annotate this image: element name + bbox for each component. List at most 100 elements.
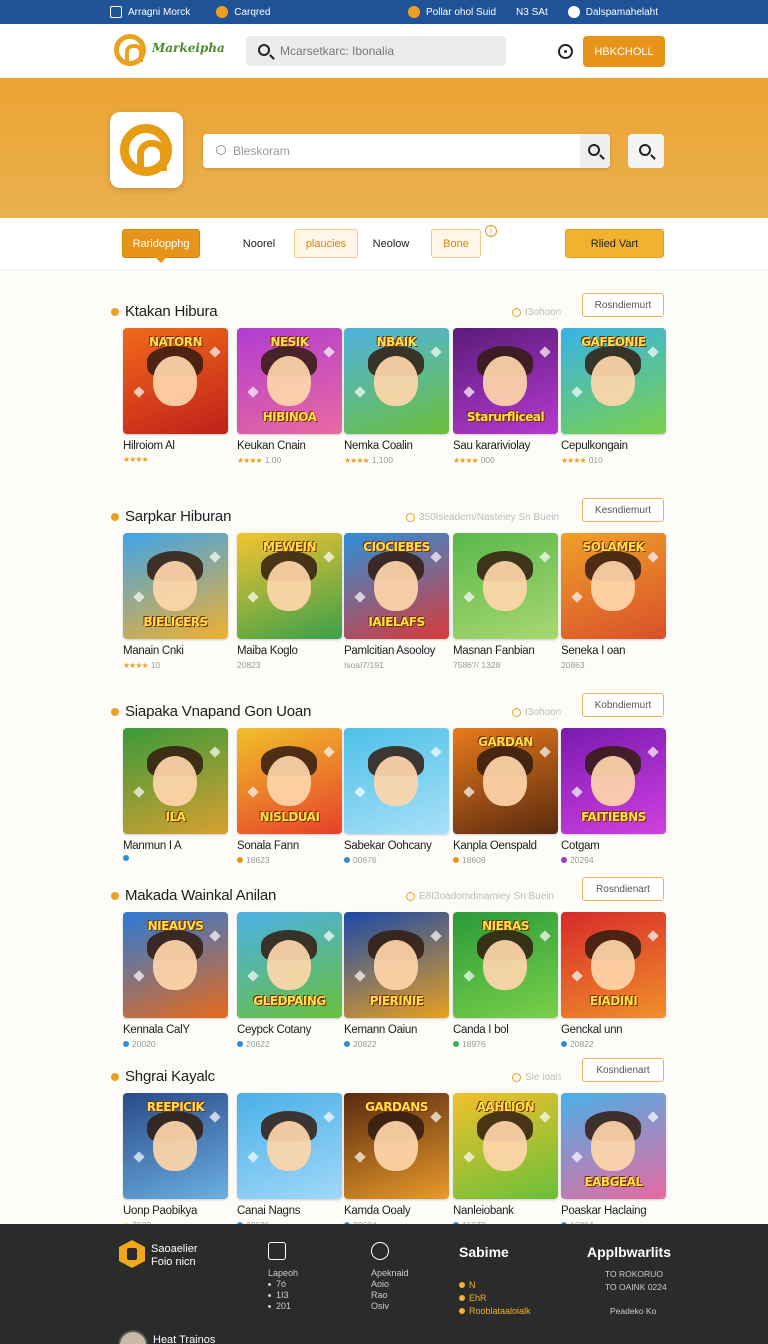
game-thumbnail[interactable]: NISLDUAI (237, 728, 342, 834)
game-card[interactable]: GARDAN Kanpla Oenspald 18609 (453, 728, 558, 865)
game-title[interactable]: Kennala CalY (123, 1024, 228, 1036)
game-title[interactable]: Masnan Fanbian (453, 645, 558, 657)
footer-col-3-item[interactable]: N (459, 1280, 476, 1290)
game-card[interactable]: NISLDUAI Sonala Fann 18623 (237, 728, 342, 865)
game-title[interactable]: Sonala Fann (237, 840, 342, 852)
topbar-link-2[interactable]: Carqred (216, 6, 270, 18)
game-title[interactable]: Manain Cnki (123, 645, 228, 657)
game-thumbnail[interactable]: EIADINI (561, 912, 666, 1018)
game-title[interactable]: Pamlcitian Asooloy (344, 645, 449, 657)
header-search-input[interactable]: Mcarsetkarc: Ibonalia (246, 36, 506, 66)
game-title[interactable]: Keukan Cnain (237, 440, 342, 452)
game-card[interactable]: NBAIK Nemka Coalin ★★★★ 1,100 (344, 328, 449, 465)
hero-search-button[interactable] (628, 134, 664, 168)
game-title[interactable]: Canai Nagns (237, 1205, 342, 1217)
game-thumbnail[interactable]: BIELICERS (123, 533, 228, 639)
game-card[interactable]: REEPICIKUonp Paobikya★3522 (123, 1093, 228, 1230)
category-tab-3[interactable]: plaucies (294, 229, 358, 258)
game-card[interactable]: Masnan Fanbian 7586?/ 1328 (453, 533, 558, 670)
game-thumbnail[interactable]: FAITIEBNS (561, 728, 666, 834)
game-thumbnail[interactable]: SOLAMEK (561, 533, 666, 639)
game-thumbnail[interactable]: GAFEONIE (561, 328, 666, 434)
game-title[interactable]: Kemann Oaiun (344, 1024, 449, 1036)
game-card[interactable]: PIERINIE Kemann Oaiun 20822 (344, 912, 449, 1049)
game-thumbnail[interactable]: NIERAS (453, 912, 558, 1018)
category-tab-1[interactable]: Raridopphg (122, 229, 200, 263)
game-title[interactable]: Ceypck Cotany (237, 1024, 342, 1036)
game-card[interactable]: ILA Manmun I A (123, 728, 228, 861)
game-title[interactable]: Uonp Paobikya (123, 1205, 228, 1217)
game-card[interactable]: SOLAMEK Seneka I oan 20863 (561, 533, 666, 670)
category-cta-button[interactable]: Rlied Vart (565, 229, 664, 258)
footer-col-3-item[interactable]: Rooblataaloialk (459, 1306, 531, 1316)
category-tab-2[interactable]: Noorel (234, 229, 284, 258)
section-more-button[interactable]: Rosndiemurt (582, 293, 664, 317)
game-card[interactable]: AAHLIONNanleiobank16673 (453, 1093, 558, 1230)
game-title[interactable]: Kamda Ooaly (344, 1205, 449, 1217)
footer-col-1-title[interactable]: Lapeoh (268, 1268, 298, 1279)
game-thumbnail[interactable] (453, 533, 558, 639)
game-card[interactable]: CIOCIEBES IAIELAFS Pamlcitian Asooloy IsoaI… (344, 533, 449, 670)
game-title[interactable]: Nemka Coalin (344, 440, 449, 452)
footer-col-2-item[interactable]: Rao (371, 1290, 409, 1301)
game-thumbnail[interactable] (344, 728, 449, 834)
game-card[interactable]: FAITIEBNS Cotgam 20294 (561, 728, 666, 865)
game-card[interactable]: NATORN Hilroiom Al ★★★★ (123, 328, 228, 464)
game-title[interactable]: Seneka I oan (561, 645, 666, 657)
game-thumbnail[interactable]: EABGEAL (561, 1093, 666, 1199)
game-thumbnail[interactable]: PIERINIE (344, 912, 449, 1018)
game-thumbnail[interactable]: Starurfliceal (453, 328, 558, 434)
topbar-link-5[interactable]: Dalspamahelaht (567, 6, 658, 18)
game-thumbnail[interactable]: NATORN (123, 328, 228, 434)
footer-col-2-title[interactable]: Apeknaid (371, 1268, 409, 1279)
game-thumbnail[interactable]: GARDANS (344, 1093, 449, 1199)
game-thumbnail[interactable]: CIOCIEBES IAIELAFS (344, 533, 449, 639)
topbar-link-1[interactable]: Arragni Morck (110, 6, 190, 18)
topbar-link-3[interactable]: Pollar ohol Suid (408, 6, 496, 18)
section-more-button[interactable]: Kesndiemurt (582, 498, 664, 522)
category-tab-5[interactable]: Bone (431, 229, 481, 258)
game-title[interactable]: Kanpla Oenspald (453, 840, 558, 852)
info-icon[interactable]: i (485, 225, 497, 237)
game-thumbnail[interactable]: GLEDPAING (237, 912, 342, 1018)
game-title[interactable]: Cepulkongain (561, 440, 666, 452)
game-thumbnail[interactable]: ILA (123, 728, 228, 834)
game-thumbnail[interactable] (237, 1093, 342, 1199)
game-thumbnail[interactable]: REEPICIK (123, 1093, 228, 1199)
hero-search-input[interactable]: Bleskoram (203, 134, 610, 168)
game-card[interactable]: NIERAS Canda I bol 18976 (453, 912, 558, 1049)
footer-col-4-line3[interactable]: Peadeko Ko (610, 1306, 656, 1316)
game-thumbnail[interactable]: NBAIK (344, 328, 449, 434)
footer-col-2-item[interactable]: Aoio (371, 1279, 409, 1290)
footer-col-1-item[interactable]: 1I3 (268, 1290, 298, 1301)
game-title[interactable]: Canda I bol (453, 1024, 558, 1036)
hero-search-submit-button[interactable] (580, 134, 610, 168)
game-title[interactable]: Sau karariviolay (453, 440, 558, 452)
header-action-button[interactable]: HBKCHOLL (583, 36, 665, 67)
game-card[interactable]: NIEAUVS Kennala CalY 20020 (123, 912, 228, 1049)
game-thumbnail[interactable]: NESIK HIBINOA (237, 328, 342, 434)
section-more-button[interactable]: Kobndiemurt (582, 693, 664, 717)
game-thumbnail[interactable]: NIEAUVS (123, 912, 228, 1018)
game-card[interactable]: Starurfliceal Sau karariviolay ★★★★ 000 (453, 328, 558, 465)
game-thumbnail[interactable]: AAHLION (453, 1093, 558, 1199)
game-card[interactable]: NESIK HIBINOA Keukan Cnain ★★★★ 1.00 (237, 328, 342, 465)
footer-col-1-item[interactable]: 201 (268, 1301, 298, 1312)
topbar-link-4[interactable]: N3 SAt (516, 7, 548, 18)
footer-col-1-item[interactable]: 7ó (268, 1279, 298, 1290)
game-title[interactable]: Hilroiom Al (123, 440, 228, 452)
game-title[interactable]: Manmun I A (123, 840, 228, 852)
game-card[interactable]: GARDANSKamda Ooaly20604 (344, 1093, 449, 1230)
game-title[interactable]: Sabekar Oohcany (344, 840, 449, 852)
game-title[interactable]: Poaskar Haclaing (561, 1205, 666, 1217)
section-more-button[interactable]: Kosndienart (582, 1058, 664, 1082)
game-card[interactable]: EIADINI Genckal unn 20822 (561, 912, 666, 1049)
game-thumbnail[interactable]: MEWEIN (237, 533, 342, 639)
history-icon[interactable] (558, 44, 573, 59)
footer-col-3-item[interactable]: EhR (459, 1293, 487, 1303)
category-tab-4[interactable]: Neolow (362, 229, 420, 258)
game-card[interactable]: EABGEALPoaskar Haclaing16804 (561, 1093, 666, 1230)
game-card[interactable]: MEWEIN Maiba Koglo 20823 (237, 533, 342, 670)
avatar[interactable] (118, 1330, 148, 1344)
game-card[interactable]: GLEDPAING Ceypck Cotany 20622 (237, 912, 342, 1049)
